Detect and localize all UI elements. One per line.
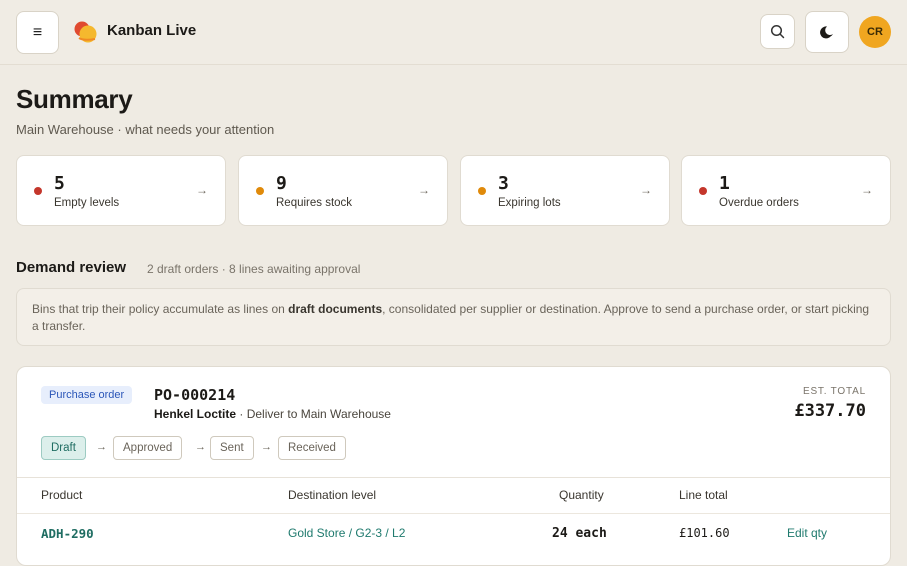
stat-label: Overdue orders <box>719 197 799 209</box>
row-line-total: £101.60 <box>679 526 730 540</box>
row-product-sku[interactable]: ADH-290 <box>41 526 94 541</box>
menu-button[interactable]: ≡ <box>16 11 59 54</box>
status-step-sent: Sent <box>210 436 254 460</box>
app-logo-icon <box>74 21 97 43</box>
stat-value: 3 <box>498 173 509 194</box>
stat-value: 9 <box>276 173 287 194</box>
status-step-approved: Approved <box>113 436 183 460</box>
stat-label: Expiring lots <box>498 197 561 209</box>
info-callout: Bins that trip their policy accumulate a… <box>16 288 891 346</box>
theme-toggle-button[interactable] <box>805 11 849 53</box>
arrow-right-icon: → <box>261 441 272 453</box>
row-edit-qty-link[interactable]: Edit qty <box>787 526 827 540</box>
order-id[interactable]: PO-000214 <box>154 386 235 404</box>
stat-label: Requires stock <box>276 197 353 209</box>
divider <box>17 513 890 514</box>
arrow-right-icon: → <box>96 441 107 453</box>
hamburger-icon: ≡ <box>32 23 43 41</box>
row-quantity: 24 each <box>552 526 607 541</box>
app-title: Kanban Live <box>107 22 197 39</box>
column-header-destination: Destination level <box>288 488 377 502</box>
order-type-badge: Purchase order <box>41 386 133 404</box>
stat-card-expiring-lots[interactable]: 3 Expiring lots → <box>460 155 670 226</box>
row-destination-link[interactable]: Gold Store / G2-3 / L2 <box>288 526 405 540</box>
supplier-name: Henkel Loctite <box>154 407 237 421</box>
status-dot <box>699 187 707 195</box>
moon-icon <box>819 25 833 38</box>
search-button[interactable] <box>760 14 795 49</box>
stat-card-overdue-orders[interactable]: 1 Overdue orders → <box>681 155 891 226</box>
status-step-draft: Draft <box>41 436 86 460</box>
arrow-right-icon: → <box>640 183 652 197</box>
page-title: Summary <box>16 84 133 114</box>
arrow-right-icon: → <box>196 183 208 197</box>
est-total-label: EST. TOTAL <box>802 386 866 397</box>
est-total-value: £337.70 <box>794 401 866 421</box>
stat-value: 1 <box>719 173 730 194</box>
deliver-to: · Deliver to Main Warehouse <box>236 407 391 421</box>
search-icon <box>770 24 785 39</box>
arrow-right-icon: → <box>195 441 206 453</box>
info-text-pre: Bins that trip their policy accumulate a… <box>32 302 289 316</box>
status-dot <box>34 187 42 195</box>
status-step-received: Received <box>278 436 346 460</box>
order-card: Purchase order PO-000214 Henkel Loctite … <box>16 366 891 566</box>
top-bar: ≡ Kanban Live CR <box>0 0 907 65</box>
stat-value: 5 <box>54 173 65 194</box>
arrow-right-icon: → <box>418 183 430 197</box>
status-dot <box>256 187 264 195</box>
divider <box>17 477 890 478</box>
column-header-quantity: Quantity <box>559 488 604 502</box>
column-header-line-total: Line total <box>679 488 728 502</box>
status-dot <box>478 187 486 195</box>
column-header-product: Product <box>41 488 83 502</box>
stat-card-empty-levels[interactable]: 5 Empty levels → <box>16 155 226 226</box>
section-meta: 2 draft orders · 8 lines awaiting approv… <box>147 262 361 276</box>
arrow-right-icon: → <box>861 183 873 197</box>
stat-card-requires-stock[interactable]: 9 Requires stock → <box>238 155 448 226</box>
order-supplier: Henkel Loctite · Deliver to Main Warehou… <box>154 407 391 421</box>
user-avatar[interactable]: CR <box>859 16 891 48</box>
section-title-demand-review: Demand review <box>16 259 127 276</box>
page-subtitle: Main Warehouse · what needs your attenti… <box>16 122 275 137</box>
info-text-bold: draft documents <box>288 302 383 316</box>
stat-label: Empty levels <box>54 197 120 209</box>
